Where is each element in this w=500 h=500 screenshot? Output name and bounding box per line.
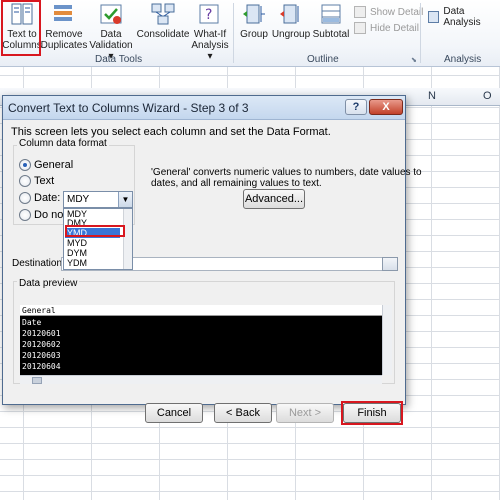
group-label: Group [240, 29, 268, 40]
dialog-title: Convert Text to Columns Wizard - Step 3 … [8, 100, 249, 115]
data-validation-icon [98, 2, 124, 26]
dropdown-arrow-icon[interactable]: ▼ [118, 192, 132, 207]
help-button[interactable]: ? [345, 99, 367, 115]
text-to-columns-highlight [1, 0, 41, 56]
next-button[interactable]: Next > [276, 403, 334, 423]
data-validation-button[interactable]: Data Validation ▾ [86, 2, 136, 62]
text-label: Text [34, 175, 55, 187]
column-header-n[interactable]: N [428, 90, 436, 102]
group-icon [241, 2, 267, 26]
scrollbar-thumb[interactable] [32, 377, 42, 384]
ungroup-button[interactable]: Ungroup [271, 2, 311, 40]
advanced-button[interactable]: Advanced... [243, 189, 305, 209]
what-if-label-2: Analysis ▾ [191, 40, 229, 62]
ymd-highlight [65, 225, 125, 237]
column-data-format-label: Column data format [17, 138, 109, 149]
group-button[interactable]: Group [236, 2, 272, 40]
convert-text-wizard-dialog: Convert Text to Columns Wizard - Step 3 … [2, 95, 422, 425]
show-detail-icon [354, 6, 366, 18]
consolidate-icon [150, 2, 176, 26]
column-header-o[interactable]: O [483, 90, 492, 102]
do-not-import-radio[interactable] [19, 209, 31, 221]
date-format-select[interactable]: MDY ▼ [63, 191, 133, 208]
date-option-dym[interactable]: DYM [67, 249, 87, 258]
remove-duplicates-label-2: Duplicates [40, 40, 88, 51]
show-detail-label: Show Detail [370, 6, 424, 18]
intro-text: This screen lets you select each column … [11, 126, 331, 138]
date-format-value: MDY [67, 194, 90, 205]
ungroup-icon [278, 2, 304, 26]
preview-column-header[interactable]: General [20, 305, 382, 316]
outline-launcher-icon[interactable]: ⬊ [411, 56, 417, 64]
hide-detail-button[interactable]: Hide Detail [354, 22, 419, 34]
date-option-ydm[interactable]: YDM [67, 259, 87, 268]
close-button[interactable]: X [369, 99, 403, 115]
data-validation-label-1: Data [100, 29, 122, 40]
group-label-data-tools: Data Tools [95, 54, 143, 65]
show-detail-button[interactable]: Show Detail [354, 6, 423, 18]
date-label: Date: [34, 192, 61, 204]
general-note-line-2: dates, and all remaining values to text. [151, 178, 322, 189]
destination-label: Destination: [12, 258, 65, 269]
date-radio[interactable] [19, 192, 31, 204]
subtotal-label: Subtotal [312, 29, 350, 40]
date-list-scrollbar[interactable] [123, 209, 132, 269]
subtotal-button[interactable]: Subtotal [311, 2, 351, 40]
data-analysis-icon [428, 11, 440, 23]
ribbon-separator [233, 3, 234, 63]
general-radio[interactable] [19, 159, 31, 171]
cancel-button[interactable]: Cancel [145, 403, 203, 423]
consolidate-label: Consolidate [136, 29, 190, 40]
dialog-body: This screen lets you select each column … [6, 121, 422, 425]
remove-duplicates-icon [51, 2, 77, 26]
preview-row: 20120602 [22, 340, 61, 349]
preview-horizontal-scrollbar[interactable] [20, 375, 382, 384]
ribbon-separator [420, 3, 421, 63]
what-if-analysis-button[interactable]: ? What-If Analysis ▾ [190, 2, 230, 62]
preview-row: 20120603 [22, 351, 61, 360]
subtotal-icon [318, 2, 344, 26]
back-button[interactable]: < Back [214, 403, 272, 423]
range-picker-icon[interactable] [382, 257, 398, 271]
ribbon: Text to Columns Remove Duplicates Data V… [0, 0, 500, 67]
group-label-analysis: Analysis [444, 54, 482, 65]
ungroup-label: Ungroup [271, 29, 311, 40]
finish-highlight [341, 401, 403, 425]
remove-duplicates-button[interactable]: Remove Duplicates [40, 2, 88, 51]
hide-detail-label: Hide Detail [370, 22, 419, 34]
general-label: General [34, 159, 74, 171]
data-analysis-button[interactable]: Data Analysis [428, 6, 500, 28]
svg-text:?: ? [205, 7, 212, 23]
preview-row: Date [22, 318, 42, 327]
what-if-label-1: What-If [193, 29, 227, 40]
date-format-list[interactable]: MDY DMY YMD MYD DYM YDM [63, 208, 133, 270]
consolidate-button[interactable]: Consolidate [136, 2, 190, 40]
date-option-myd[interactable]: MYD [67, 239, 87, 248]
group-label-outline: Outline [307, 54, 339, 65]
data-analysis-label: Data Analysis [443, 6, 481, 28]
data-preview-grid[interactable]: General Date 20120601 20120602 20120603 … [20, 305, 382, 375]
hide-detail-icon [354, 22, 366, 34]
text-radio[interactable] [19, 175, 31, 187]
preview-vertical-scrollbar[interactable] [382, 305, 392, 375]
data-preview-label: Data preview [17, 278, 80, 289]
preview-row: 20120601 [22, 329, 61, 338]
remove-duplicates-label-1: Remove [45, 29, 83, 40]
what-if-analysis-icon: ? [197, 2, 223, 26]
preview-row: 20120604 [22, 362, 61, 371]
general-note-line-1: 'General' converts numeric values to num… [151, 167, 422, 178]
